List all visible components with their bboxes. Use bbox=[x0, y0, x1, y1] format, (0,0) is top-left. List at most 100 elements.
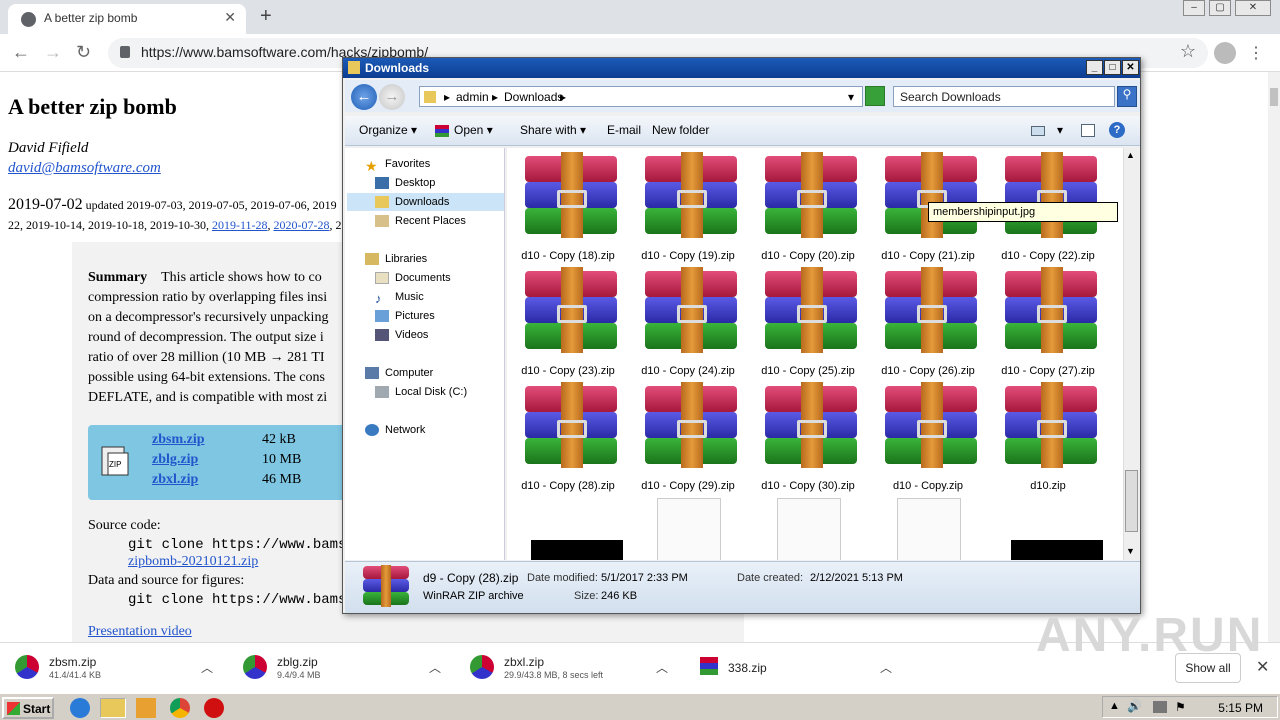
forward-icon[interactable]: → bbox=[44, 42, 62, 63]
chevron-up-icon[interactable]: ︿ bbox=[880, 659, 892, 676]
share-with-button[interactable]: Share with ▾ bbox=[520, 123, 586, 137]
nav-videos[interactable]: Videos bbox=[375, 329, 428, 342]
chevron-up-icon[interactable]: ︿ bbox=[201, 659, 213, 676]
nav-libraries[interactable]: Libraries bbox=[365, 253, 427, 266]
view-dropdown-icon[interactable]: ▾ bbox=[1057, 123, 1063, 137]
breadcrumb[interactable]: ▸ admin ▸ Downloads ▸ ▾ bbox=[419, 86, 863, 107]
page-title: A better zip bomb bbox=[8, 94, 177, 119]
nav-favorites[interactable]: ★ Favorites bbox=[365, 158, 430, 174]
file-item[interactable]: d10 - Copy (20).zip bbox=[753, 148, 863, 262]
file-item[interactable]: d10 - Copy (19).zip bbox=[633, 148, 743, 262]
file-item[interactable]: d10 - Copy (23).zip bbox=[513, 263, 623, 377]
file-item[interactable] bbox=[993, 493, 1103, 560]
file-name: d10 - Copy (25).zip bbox=[761, 365, 855, 377]
update-link-2019-11-28[interactable]: 2019-11-28 bbox=[212, 218, 268, 232]
start-button[interactable]: Start bbox=[2, 697, 54, 719]
download-item-zbsm[interactable]: zbsm.zip 41.4/41.4 KB ︿ bbox=[15, 651, 220, 685]
nav-downloads[interactable]: Downloads bbox=[375, 196, 449, 209]
file-item[interactable]: d10 - Copy (18).zip bbox=[513, 148, 623, 262]
network-tray-icon[interactable] bbox=[1153, 701, 1167, 713]
scrollbar-thumb[interactable] bbox=[1270, 88, 1278, 106]
help-icon[interactable]: ? bbox=[1109, 122, 1125, 138]
download-link-zbxl[interactable]: zbxl.zip bbox=[152, 472, 198, 488]
file-item[interactable] bbox=[873, 493, 983, 560]
close-button[interactable]: ✕ bbox=[1122, 60, 1139, 75]
explorer-taskbar-icon[interactable] bbox=[100, 698, 126, 718]
clock[interactable]: 5:15 PM bbox=[1218, 701, 1263, 715]
organize-button[interactable]: Organize ▾ bbox=[359, 123, 417, 137]
volume-icon[interactable]: 🔊 bbox=[1127, 699, 1142, 713]
author-email-link[interactable]: david@bamsoftware.com bbox=[8, 160, 161, 176]
back-icon[interactable]: ← bbox=[12, 42, 30, 63]
flag-icon[interactable]: ⚑ bbox=[1175, 700, 1186, 714]
close-tab-icon[interactable]: ✕ bbox=[224, 9, 236, 26]
file-item[interactable]: d10 - Copy (26).zip bbox=[873, 263, 983, 377]
file-view-scrollbar[interactable]: ▲ ▼ bbox=[1123, 148, 1139, 560]
maximize-button[interactable]: □ bbox=[1104, 60, 1121, 75]
view-icon[interactable] bbox=[1031, 126, 1045, 136]
new-tab-button[interactable]: + bbox=[260, 5, 272, 28]
download-link-zbsm[interactable]: zbsm.zip bbox=[152, 432, 205, 448]
scroll-down-icon[interactable]: ▼ bbox=[1126, 546, 1135, 556]
email-button[interactable]: E-mail bbox=[607, 123, 641, 137]
download-link-zblg[interactable]: zblg.zip bbox=[152, 452, 198, 468]
file-item[interactable]: d10 - Copy (25).zip bbox=[753, 263, 863, 377]
browser-tab[interactable]: A better zip bomb ✕ bbox=[8, 4, 246, 34]
chevron-up-icon[interactable]: ︿ bbox=[429, 659, 441, 676]
new-folder-button[interactable]: New folder bbox=[652, 123, 709, 137]
breadcrumb-admin[interactable]: admin bbox=[456, 90, 489, 104]
update-link-2020-07-28[interactable]: 2020-07-28 bbox=[274, 218, 330, 232]
nav-pictures[interactable]: Pictures bbox=[375, 310, 435, 323]
history-dropdown-icon[interactable]: ▾ bbox=[848, 90, 854, 104]
download-item-zbxl[interactable]: zbxl.zip 29.9/43.8 MB, 8 secs left ︿ bbox=[470, 651, 675, 685]
zip-download-link[interactable]: zipbomb-20210121.zip bbox=[128, 554, 258, 569]
search-input[interactable]: Search Downloads bbox=[893, 86, 1115, 107]
page-scrollbar[interactable] bbox=[1268, 72, 1280, 642]
nav-computer[interactable]: Computer bbox=[365, 367, 433, 380]
maximize-button[interactable]: ▢ bbox=[1209, 0, 1231, 16]
nav-local-disk[interactable]: Local Disk (C:) bbox=[375, 386, 467, 399]
security-icon[interactable] bbox=[204, 698, 224, 718]
file-item[interactable]: d10 - Copy (24).zip bbox=[633, 263, 743, 377]
minimize-button[interactable]: _ bbox=[1086, 60, 1103, 75]
download-item-338[interactable]: 338.zip ︿ bbox=[700, 651, 905, 685]
chevron-up-icon[interactable]: ︿ bbox=[656, 659, 668, 676]
file-item[interactable]: d10 - Copy (27).zip bbox=[993, 263, 1103, 377]
file-item[interactable] bbox=[633, 493, 743, 560]
winrar-icon bbox=[700, 657, 718, 675]
forward-arrow-icon[interactable]: → bbox=[379, 84, 405, 110]
file-item[interactable] bbox=[753, 493, 863, 560]
nav-network[interactable]: Network bbox=[365, 424, 425, 437]
chrome-icon[interactable] bbox=[170, 698, 190, 718]
back-arrow-icon[interactable]: ← bbox=[351, 84, 377, 110]
preview-pane-icon[interactable] bbox=[1081, 124, 1095, 137]
explorer-titlebar[interactable]: Downloads _ □ ✕ bbox=[343, 58, 1140, 78]
open-button[interactable]: Open ▾ bbox=[435, 123, 493, 137]
media-player-icon[interactable] bbox=[136, 698, 156, 718]
scroll-up-icon[interactable]: ▲ bbox=[1126, 150, 1135, 160]
presentation-video-link[interactable]: Presentation video bbox=[88, 624, 192, 639]
breadcrumb-downloads[interactable]: Downloads bbox=[504, 90, 563, 104]
menu-icon[interactable]: ⋮ bbox=[1248, 43, 1264, 63]
tray-arrow-icon[interactable]: ▲ bbox=[1109, 700, 1120, 712]
ie-icon[interactable] bbox=[70, 698, 90, 718]
reload-icon[interactable]: ↻ bbox=[76, 42, 91, 63]
file-item[interactable] bbox=[513, 493, 623, 560]
search-icon[interactable]: ⚲ bbox=[1117, 86, 1137, 107]
profile-avatar[interactable] bbox=[1214, 42, 1236, 64]
scrollbar-thumb[interactable] bbox=[1125, 470, 1138, 532]
nav-music[interactable]: ♪ Music bbox=[375, 291, 424, 306]
nav-desktop[interactable]: Desktop bbox=[375, 177, 435, 190]
file-item[interactable]: d10 - Copy (30).zip bbox=[753, 378, 863, 492]
download-item-zblg[interactable]: zblg.zip 9.4/9.4 MB ︿ bbox=[243, 651, 448, 685]
close-window-button[interactable]: ✕ bbox=[1235, 0, 1271, 16]
file-item[interactable]: d10.zip bbox=[993, 378, 1103, 492]
bookmark-star-icon[interactable]: ☆ bbox=[1180, 41, 1196, 62]
file-item[interactable]: d10 - Copy (29).zip bbox=[633, 378, 743, 492]
file-item[interactable]: d10 - Copy.zip bbox=[873, 378, 983, 492]
file-item[interactable]: d10 - Copy (28).zip bbox=[513, 378, 623, 492]
refresh-icon[interactable] bbox=[865, 86, 885, 106]
nav-recent-places[interactable]: Recent Places bbox=[375, 215, 466, 228]
minimize-button[interactable]: – bbox=[1183, 0, 1205, 16]
nav-documents[interactable]: Documents bbox=[375, 272, 451, 285]
